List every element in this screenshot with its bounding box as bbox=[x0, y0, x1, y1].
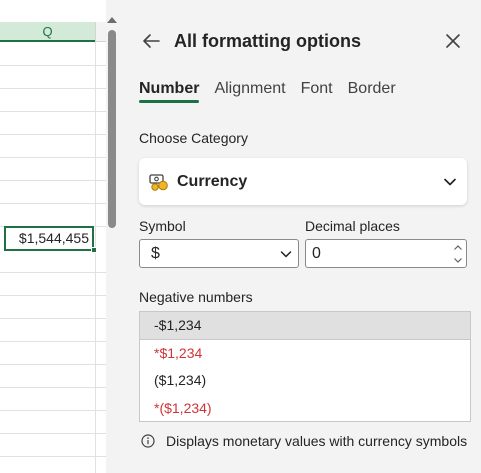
chevron-down-icon bbox=[280, 251, 292, 258]
gridline bbox=[0, 65, 106, 66]
close-icon bbox=[446, 34, 460, 48]
tab-alignment[interactable]: Alignment bbox=[214, 78, 285, 104]
negative-numbers-list[interactable]: -$1,234 *$1,234 ($1,234) *($1,234) bbox=[139, 311, 471, 422]
tab-number[interactable]: Number bbox=[139, 78, 200, 104]
negative-numbers-label: Negative numbers bbox=[139, 289, 253, 305]
negative-option-2[interactable]: *$1,234 bbox=[140, 340, 470, 368]
negative-option-4[interactable]: *($1,234) bbox=[140, 395, 470, 423]
gridline bbox=[0, 387, 106, 388]
symbol-value: $ bbox=[151, 245, 160, 262]
fill-handle[interactable] bbox=[91, 247, 97, 253]
info-text: Displays monetary values with currency s… bbox=[166, 433, 468, 449]
gridline bbox=[0, 410, 106, 411]
decimal-places-stepper[interactable] bbox=[305, 239, 467, 268]
arrow-left-icon bbox=[143, 34, 160, 48]
selected-cell[interactable]: $1,544,455 bbox=[4, 226, 94, 251]
chevron-down-icon bbox=[444, 178, 456, 186]
category-dropdown[interactable]: Currency bbox=[139, 158, 467, 205]
category-selected-value: Currency bbox=[177, 173, 248, 190]
column-header-q[interactable]: Q bbox=[0, 22, 95, 42]
gridline bbox=[0, 203, 106, 204]
gridline bbox=[0, 341, 106, 342]
scroll-up-arrow-icon[interactable] bbox=[106, 12, 118, 23]
decrement-icon[interactable] bbox=[452, 255, 464, 265]
info-icon bbox=[141, 434, 155, 448]
decimal-places-input[interactable] bbox=[312, 245, 432, 263]
format-pane: All formatting options Number Alignment … bbox=[118, 0, 481, 473]
column-header-next[interactable] bbox=[95, 22, 106, 42]
scroll-thumb[interactable] bbox=[108, 30, 116, 228]
gridline bbox=[0, 364, 106, 365]
close-button[interactable] bbox=[442, 30, 464, 52]
gridline bbox=[0, 318, 106, 319]
gridline bbox=[95, 42, 96, 473]
symbol-dropdown[interactable]: $ bbox=[139, 239, 299, 268]
gridline bbox=[0, 456, 106, 457]
currency-icon bbox=[149, 174, 168, 191]
symbol-label: Symbol bbox=[139, 218, 186, 234]
choose-category-label: Choose Category bbox=[139, 130, 248, 146]
back-button[interactable] bbox=[140, 30, 162, 52]
gridline bbox=[0, 88, 106, 89]
negative-option-3[interactable]: ($1,234) bbox=[140, 367, 470, 395]
vertical-scrollbar[interactable] bbox=[106, 8, 118, 473]
gridline bbox=[0, 295, 106, 296]
tab-font[interactable]: Font bbox=[301, 78, 333, 104]
gridline bbox=[0, 134, 106, 135]
gridline bbox=[0, 272, 106, 273]
spreadsheet-grid[interactable]: Q $1,544,455 bbox=[0, 0, 106, 473]
format-tabs: Number Alignment Font Border bbox=[139, 78, 396, 104]
increment-icon[interactable] bbox=[452, 242, 464, 252]
gridline bbox=[0, 180, 106, 181]
tab-border[interactable]: Border bbox=[348, 78, 396, 104]
gridline bbox=[0, 433, 106, 434]
info-row: Displays monetary values with currency s… bbox=[141, 433, 467, 449]
pane-title: All formatting options bbox=[174, 31, 361, 51]
gridline bbox=[0, 111, 106, 112]
decimal-places-label: Decimal places bbox=[305, 218, 400, 234]
negative-option-1[interactable]: -$1,234 bbox=[140, 312, 470, 340]
header-strip bbox=[0, 0, 106, 22]
gridline bbox=[0, 157, 106, 158]
